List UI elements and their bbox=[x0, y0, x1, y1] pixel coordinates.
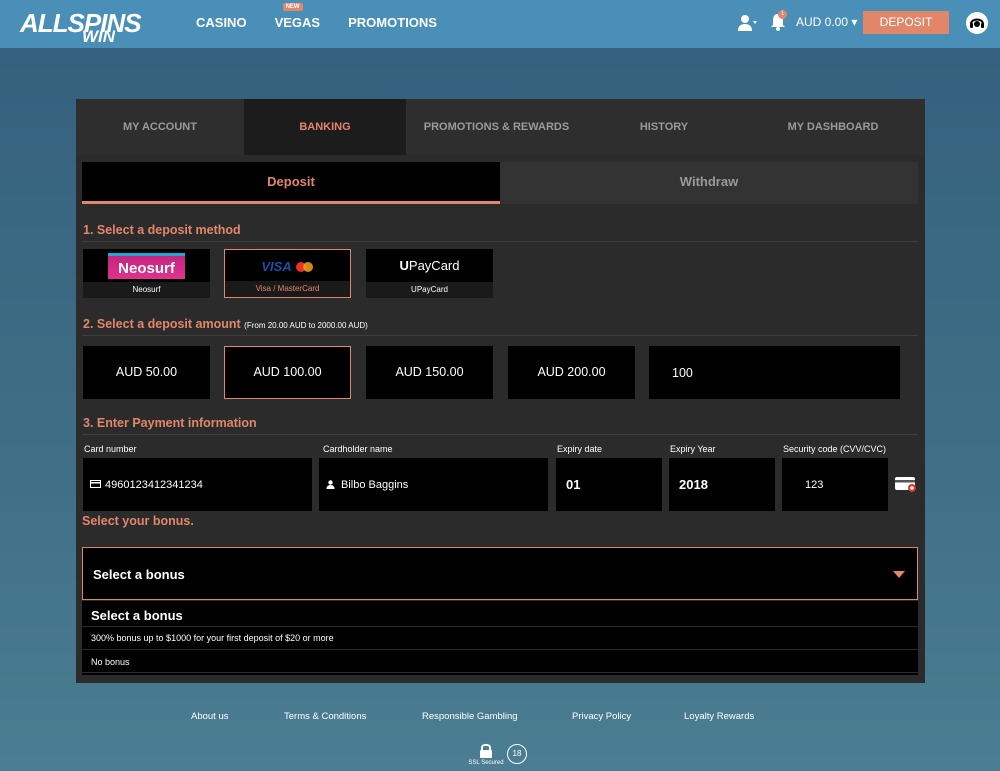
amount-option[interactable]: AUD 150.00 bbox=[366, 346, 493, 399]
footer-about-us[interactable]: About us bbox=[191, 711, 229, 722]
upaycard-logo: UPayCard bbox=[399, 258, 460, 273]
bonus-select[interactable]: Select a bonus bbox=[82, 547, 918, 600]
user-icon bbox=[326, 480, 335, 489]
subtab-withdraw[interactable]: Withdraw bbox=[500, 162, 918, 204]
age-18-badge: 18 bbox=[507, 744, 527, 764]
cvv-input[interactable] bbox=[782, 458, 888, 511]
divider bbox=[82, 241, 918, 242]
nav-promotions[interactable]: PROMOTIONS bbox=[348, 15, 437, 30]
ssl-text: SSL Secured bbox=[468, 760, 504, 766]
deposit-amount-title: 2. Select a deposit amount (From 20.00 A… bbox=[83, 317, 368, 331]
footer-privacy-policy[interactable]: Privacy Policy bbox=[572, 711, 631, 722]
account-tabs: MY ACCOUNT BANKING PROMOTIONS & REWARDS … bbox=[76, 99, 925, 155]
deposit-method-title: 1. Select a deposit method bbox=[83, 223, 241, 237]
amount-option-selected[interactable]: AUD 100.00 bbox=[224, 346, 351, 399]
user-icon[interactable] bbox=[738, 14, 758, 32]
expiry-date-label: Expiry date bbox=[557, 444, 603, 454]
balance-value: AUD 0.00 bbox=[796, 15, 849, 29]
cvv-label: Security code (CVV/CVC) bbox=[783, 444, 887, 454]
custom-amount-input[interactable] bbox=[649, 346, 900, 399]
bonus-title: Select your bonus. bbox=[82, 514, 194, 528]
nav-casino[interactable]: CASINO bbox=[196, 15, 247, 30]
bonus-option-none[interactable]: No bonus bbox=[82, 651, 918, 673]
expiry-year-label: Expiry Year bbox=[670, 444, 716, 454]
amount-option[interactable]: AUD 50.00 bbox=[83, 346, 210, 399]
bonus-dropdown-list: Select a bonus 300% bonus up to $1000 fo… bbox=[82, 601, 918, 675]
caret-down-icon bbox=[893, 571, 905, 578]
ssl-badge: SSL Secured bbox=[467, 743, 505, 769]
method-visa-mastercard[interactable]: VISA Visa / MasterCard bbox=[224, 249, 351, 298]
support-headset-icon[interactable] bbox=[966, 12, 988, 34]
tab-promotions-rewards[interactable]: PROMOTIONS & REWARDS bbox=[406, 99, 587, 155]
notification-badge: 1 bbox=[778, 10, 787, 19]
expiry-month-input[interactable] bbox=[556, 458, 662, 511]
header-deposit-button[interactable]: DEPOSIT bbox=[863, 11, 949, 34]
allspins-logo[interactable]: ALLSPINS WIN bbox=[20, 6, 142, 46]
main-nav: CASINO NEW VEGAS PROMOTIONS bbox=[196, 3, 437, 30]
visa-logo: VISA bbox=[261, 259, 292, 274]
method-upaycard[interactable]: UPayCard UPayCard bbox=[366, 249, 493, 298]
tab-history[interactable]: HISTORY bbox=[587, 99, 741, 155]
cardholder-field[interactable] bbox=[319, 458, 548, 511]
new-badge: NEW bbox=[282, 3, 303, 11]
lock-icon bbox=[480, 743, 492, 758]
bonus-option-placeholder[interactable]: Select a bonus bbox=[82, 601, 918, 627]
footer-loyalty-rewards[interactable]: Loyalty Rewards bbox=[684, 711, 754, 722]
card-number-input[interactable] bbox=[105, 458, 289, 511]
payment-info-title: 3. Enter Payment information bbox=[83, 416, 257, 430]
tab-banking[interactable]: BANKING bbox=[244, 99, 406, 155]
logo-text-main: ALLSPINS bbox=[20, 8, 142, 38]
footer-responsible-gambling[interactable]: Responsible Gambling bbox=[422, 711, 518, 722]
nav-vegas-label: VEGAS bbox=[274, 15, 321, 30]
chevron-down-icon: ▾ bbox=[851, 15, 858, 29]
upaycard-logo-wrap: UPayCard bbox=[366, 249, 493, 282]
method-label: UPayCard bbox=[366, 282, 493, 298]
cvv-card-icon bbox=[895, 477, 916, 492]
balance-dropdown[interactable]: AUD 0.00 ▾ bbox=[796, 15, 857, 29]
subtab-deposit[interactable]: Deposit bbox=[82, 162, 500, 204]
account-panel: MY ACCOUNT BANKING PROMOTIONS & REWARDS … bbox=[76, 99, 925, 683]
credit-card-icon bbox=[90, 480, 101, 488]
divider bbox=[82, 335, 918, 336]
method-neosurf[interactable]: Neosurf Neosurf bbox=[83, 249, 210, 298]
bonus-option-300[interactable]: 300% bonus up to $1000 for your first de… bbox=[82, 628, 918, 650]
tab-my-dashboard[interactable]: MY DASHBOARD bbox=[741, 99, 925, 155]
neosurf-logo-wrap: Neosurf bbox=[83, 249, 210, 282]
mastercard-icon bbox=[295, 261, 314, 272]
card-number-field[interactable] bbox=[83, 458, 312, 511]
footer-terms[interactable]: Terms & Conditions bbox=[284, 711, 366, 722]
visa-logo-wrap: VISA bbox=[225, 250, 350, 283]
method-label: Neosurf bbox=[83, 282, 210, 298]
expiry-year-input[interactable] bbox=[669, 458, 775, 511]
card-number-label: Card number bbox=[84, 444, 137, 454]
bonus-select-value: Select a bonus bbox=[93, 567, 185, 582]
cardholder-label: Cardholder name bbox=[323, 444, 393, 454]
cardholder-input[interactable] bbox=[341, 458, 525, 511]
divider bbox=[82, 434, 918, 435]
neosurf-logo: Neosurf bbox=[108, 252, 185, 279]
tab-my-account[interactable]: MY ACCOUNT bbox=[76, 99, 244, 155]
amount-option[interactable]: AUD 200.00 bbox=[508, 346, 635, 399]
method-label: Visa / MasterCard bbox=[225, 281, 350, 297]
banking-subtabs: Deposit Withdraw bbox=[82, 162, 918, 204]
logo-text-sub: WIN bbox=[82, 27, 116, 46]
deposit-range: (From 20.00 AUD to 2000.00 AUD) bbox=[244, 321, 368, 330]
nav-vegas[interactable]: NEW VEGAS bbox=[274, 3, 321, 30]
top-header: ALLSPINS WIN CASINO NEW VEGAS PROMOTIONS… bbox=[0, 0, 1000, 48]
